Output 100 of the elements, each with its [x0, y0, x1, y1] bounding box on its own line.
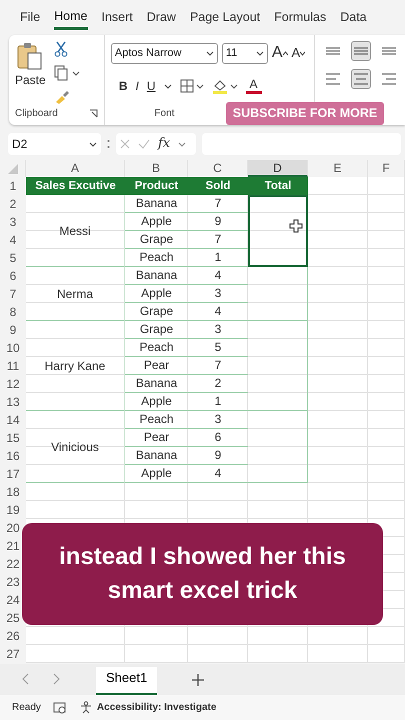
ribbon-tab[interactable]: Data	[340, 6, 367, 29]
caret-icon	[300, 50, 306, 56]
lines-icon	[325, 73, 341, 85]
caret-icon[interactable]	[164, 84, 172, 88]
table-cell: Apple	[125, 285, 188, 303]
align-middle-button[interactable]	[351, 41, 371, 61]
accessibility-button[interactable]: Accessibility: Investigate	[78, 700, 216, 715]
macro-recorder-icon[interactable]	[52, 702, 67, 714]
font-color-button[interactable]: A	[246, 78, 262, 94]
table-cell: 7	[188, 357, 248, 375]
align-center-button[interactable]	[351, 69, 371, 89]
table-cell: 1	[188, 393, 248, 411]
column-header[interactable]: F	[368, 160, 405, 177]
italic-button[interactable]: I	[136, 77, 139, 95]
table-cell: 9	[188, 447, 248, 465]
table-cell: Peach	[125, 249, 188, 267]
total-cell[interactable]	[248, 195, 308, 267]
total-cell[interactable]	[248, 411, 308, 483]
lines-icon	[353, 73, 369, 85]
caret-icon	[89, 142, 97, 146]
shrink-font-button[interactable]: A	[292, 43, 306, 63]
table-cell: Apple	[125, 393, 188, 411]
bold-button[interactable]: B	[118, 77, 128, 95]
group-label: Clipboard	[15, 107, 58, 121]
table-cell: 7	[188, 231, 248, 249]
lines-icon	[381, 47, 397, 55]
header-cell: Total	[248, 177, 308, 195]
table-cell: 7	[188, 195, 248, 213]
table-cell: Apple	[125, 213, 188, 231]
more-icon	[107, 139, 110, 149]
header-cell: Product	[125, 177, 188, 195]
ribbon-tab[interactable]: Page Layout	[190, 6, 260, 29]
table-cell: Harry Kane	[26, 321, 125, 411]
caret-icon	[282, 50, 288, 56]
table-cell: Peach	[125, 339, 188, 357]
table-cell: 3	[188, 321, 248, 339]
group-label: Font	[153, 107, 176, 121]
lines-icon	[353, 47, 369, 55]
table-cell: Grape	[125, 303, 188, 321]
caret-icon	[256, 50, 264, 56]
table-cell: 2	[188, 375, 248, 393]
header-cell: Sales Excutive	[26, 177, 125, 195]
table-cell: Pear	[125, 357, 188, 375]
table-cell: Vinicious	[26, 411, 125, 483]
ribbon-tab[interactable]: File	[20, 6, 40, 29]
table-cell: Nerma	[26, 267, 125, 321]
caret-icon	[206, 50, 214, 56]
table-cell: 9	[188, 213, 248, 231]
column-header[interactable]: B	[125, 160, 188, 177]
font-size-field[interactable]: 11	[222, 42, 268, 64]
table-cell: Banana	[125, 267, 188, 285]
ribbon-tab[interactable]: Formulas	[274, 6, 326, 29]
column-header[interactable]: A	[26, 160, 125, 177]
scissors-icon[interactable]	[54, 41, 68, 57]
table-cell: 4	[188, 303, 248, 321]
font-name-field[interactable]: Aptos Narrow	[110, 42, 218, 64]
copy-icon[interactable]	[54, 65, 80, 81]
table-cell: Pear	[125, 429, 188, 447]
lines-icon	[325, 47, 341, 55]
brush-icon[interactable]	[54, 89, 70, 105]
column-header[interactable]: C	[188, 160, 248, 177]
dialog-launcher-icon[interactable]	[88, 109, 98, 118]
grow-font-button[interactable]: A	[272, 41, 288, 65]
ribbon-tab[interactable]: Insert	[102, 6, 133, 29]
column-header[interactable]: E	[308, 160, 368, 177]
insert-function-button[interactable]: fx	[158, 134, 170, 154]
table-cell: Messi	[26, 195, 125, 267]
total-cell[interactable]	[248, 267, 308, 321]
table-cell: 4	[188, 267, 248, 285]
table-cell: Banana	[125, 195, 188, 213]
paste-button[interactable]: Paste	[15, 41, 46, 106]
table-cell: 6	[188, 429, 248, 447]
sheet-tab[interactable]: Sheet1	[96, 667, 158, 695]
lines-icon	[381, 73, 397, 85]
table-cell: 3	[188, 411, 248, 429]
column-header[interactable]: D	[248, 160, 308, 177]
table-cell: Peach	[125, 411, 188, 429]
cell-cursor-icon	[289, 219, 303, 233]
name-box[interactable]: D2	[8, 133, 101, 155]
status-text: Ready	[12, 701, 41, 715]
ribbon-tab[interactable]: Home	[54, 4, 88, 30]
table-cell: 3	[188, 285, 248, 303]
table-cell: Banana	[125, 375, 188, 393]
promo-banner: SUBSCRIBE FOR MORE	[226, 102, 384, 125]
underline-button[interactable]: U	[146, 77, 156, 95]
check-icon[interactable]	[138, 139, 150, 149]
table-cell: Grape	[125, 321, 188, 339]
caption-banner: instead I showed her this smart excel trick	[22, 523, 383, 625]
ribbon-tab[interactable]: Draw	[146, 6, 176, 29]
borders-icon[interactable]	[180, 79, 204, 93]
accessibility-icon	[78, 701, 93, 714]
table-cell: Grape	[125, 231, 188, 249]
fill-color-icon[interactable]	[212, 78, 238, 94]
table-cell: 1	[188, 249, 248, 267]
table-cell: Apple	[125, 465, 188, 483]
total-cell[interactable]	[248, 321, 308, 411]
table-cell: Banana	[125, 447, 188, 465]
header-cell: Sold	[188, 177, 248, 195]
table-cell: 4	[188, 465, 248, 483]
add-sheet-icon[interactable]	[191, 673, 206, 687]
